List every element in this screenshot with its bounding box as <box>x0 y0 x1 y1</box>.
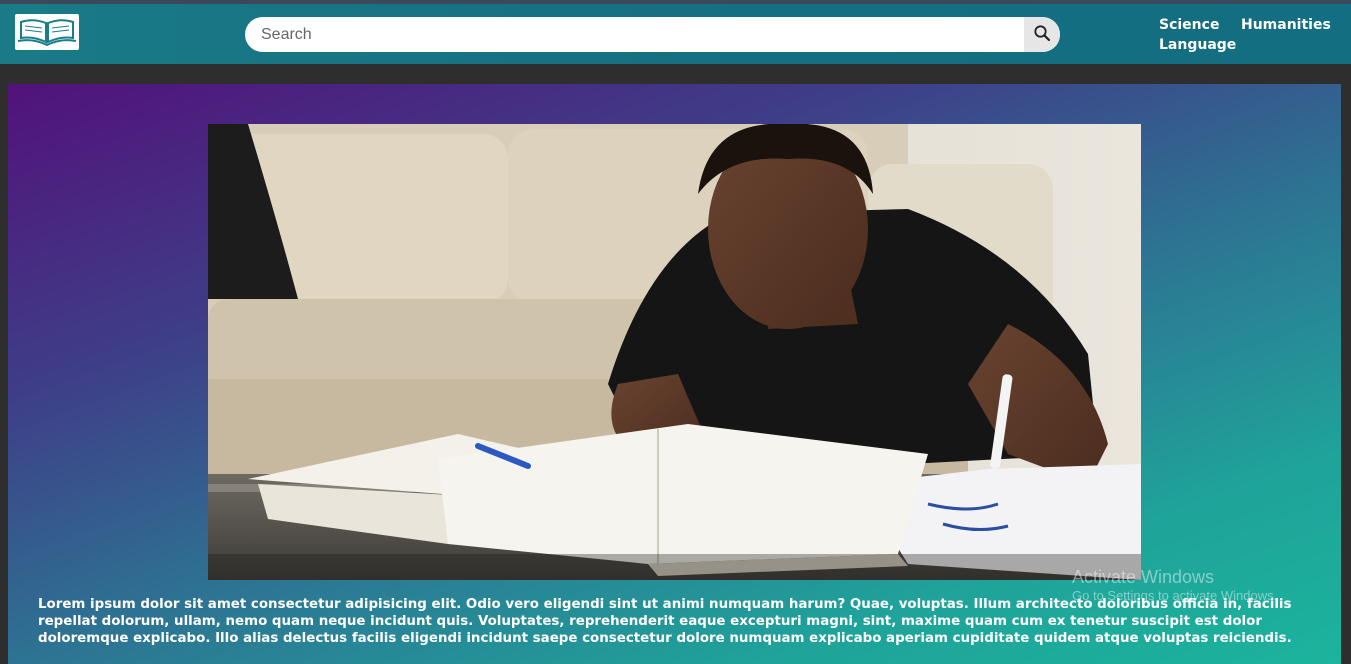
body-paragraph: Lorem ipsum dolor sit amet consectetur a… <box>38 597 1292 646</box>
nav-link-science[interactable]: Science <box>1159 16 1219 34</box>
search-input[interactable] <box>245 17 1023 52</box>
top-navbar: Science Humanities Language <box>0 0 1351 64</box>
magnifier-icon <box>1033 24 1051 46</box>
nav-link-language[interactable]: Language <box>1159 36 1236 54</box>
search-button[interactable] <box>1024 17 1060 52</box>
nav-link-humanities[interactable]: Humanities <box>1241 16 1331 34</box>
search-bar <box>245 17 1060 52</box>
open-book-icon[interactable] <box>15 14 79 50</box>
hero-image <box>208 124 1141 580</box>
content-panel: Lorem ipsum dolor sit amet consectetur a… <box>8 84 1341 664</box>
